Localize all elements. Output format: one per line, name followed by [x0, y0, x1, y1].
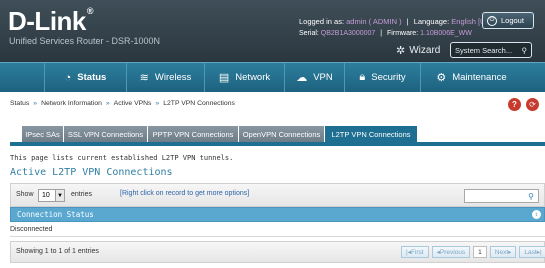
sort-icon[interactable]: ⇕	[532, 210, 541, 219]
lock-icon: 🔒︎	[359, 71, 366, 83]
table-footer: Showing 1 to 1 of 1 entries |◂ First ◂ P…	[10, 241, 545, 263]
firmware-value: 1.10B006E_WW	[420, 30, 472, 37]
last-page-button[interactable]: Last ▸|	[519, 246, 545, 258]
next-page-button[interactable]: Next ▸	[489, 246, 517, 258]
page-description: This page lists current established L2TP…	[10, 154, 234, 162]
previous-page-button[interactable]: ◂ Previous	[431, 246, 471, 258]
breadcrumb: Status» Network Information» Active VPNs» L…	[10, 100, 235, 107]
network-icon: ▤	[218, 72, 230, 84]
entries-select[interactable]: 10 ▼	[38, 189, 65, 202]
nav-status[interactable]: ◔ Status	[44, 63, 126, 92]
current-page-button[interactable]: 1	[473, 246, 487, 258]
search-icon: ⚲	[521, 45, 528, 55]
table-toolbar: Show 10 ▼ entries [Right click on record…	[10, 183, 545, 207]
tab-openvpn[interactable]: OpenVPN Connections	[239, 126, 325, 143]
dlink-logo: D-Link®	[8, 6, 94, 36]
product-tagline: Unified Services Router - DSR-1000N	[9, 36, 161, 46]
system-search-input[interactable]: System Search... ⚲	[450, 42, 532, 58]
speedometer-icon: ◔	[64, 71, 72, 84]
main-nav: ◔ Status ≋ Wireless ▤ Network ☁ VPN 🔒︎ S…	[0, 62, 545, 92]
breadcrumb-current: L2TP VPN Connections	[163, 100, 235, 107]
showing-entries: Showing 1 to 1 of 1 entries	[16, 248, 99, 255]
pagination: |◂ First ◂ Previous 1 Next ▸ Last ▸|	[401, 246, 545, 258]
gears-icon: ⚙	[436, 72, 447, 84]
power-icon: ⏻	[487, 15, 497, 26]
nav-network[interactable]: ▤ Network	[204, 63, 284, 92]
help-icon[interactable]: ?	[508, 98, 521, 111]
refresh-icon[interactable]: ⟳	[526, 98, 539, 111]
first-page-button[interactable]: |◂ First	[401, 246, 429, 258]
wizard-sparkle-icon: ✲	[396, 45, 406, 57]
connections-table: Show 10 ▼ entries [Right click on record…	[10, 183, 545, 268]
show-label: Show	[16, 191, 34, 198]
entries-label: entries	[71, 191, 93, 198]
search-icon: ⚲	[528, 191, 534, 201]
section-title: Active L2TP VPN Connections	[10, 167, 173, 178]
tab-underline	[10, 142, 545, 146]
vpn-tabs: IPsec SAs SSL VPN Connections PPTP VPN C…	[22, 126, 418, 143]
nav-maintenance[interactable]: ⚙ Maintenance	[420, 63, 522, 92]
logout-button[interactable]: ⏻ Logout	[482, 12, 534, 29]
serial-value: QB2B1A3000007	[320, 30, 376, 37]
tab-ipsec-sas[interactable]: IPsec SAs	[22, 126, 64, 143]
breadcrumb-active-vpns[interactable]: Active VPNs	[114, 100, 152, 107]
wifi-icon: ≋	[139, 72, 149, 84]
column-header-connection-status[interactable]: Connection Status ⇕	[10, 207, 545, 222]
tab-l2tp-vpn[interactable]: L2TP VPN Connections	[325, 126, 418, 143]
dropdown-arrow-icon: ▼	[55, 190, 64, 201]
tab-ssl-vpn[interactable]: SSL VPN Connections	[64, 126, 148, 143]
top-header: D-Link® Unified Services Router - DSR-10…	[0, 0, 545, 62]
login-info: Logged in as: admin ( ADMIN ) | Language…	[299, 17, 493, 26]
wizard-link[interactable]: ✲ Wizard	[396, 44, 440, 57]
breadcrumb-status[interactable]: Status	[10, 100, 29, 107]
logged-user: admin ( ADMIN )	[346, 17, 402, 26]
device-info: Serial: QB2B1A3000007 | Firmware: 1.10B0…	[299, 30, 472, 37]
breadcrumb-network-information[interactable]: Network Information	[41, 100, 102, 107]
nav-vpn[interactable]: ☁ VPN	[284, 63, 344, 92]
vpn-icon: ☁	[296, 72, 308, 84]
tab-pptp-vpn[interactable]: PPTP VPN Connections	[148, 126, 239, 143]
nav-wireless[interactable]: ≋ Wireless	[126, 63, 204, 92]
table-search-input[interactable]: ⚲	[464, 189, 539, 203]
table-row[interactable]: Disconnected	[10, 222, 545, 237]
nav-security[interactable]: 🔒︎ Security	[344, 63, 420, 92]
right-click-hint: [Right click on record to get more optio…	[120, 190, 250, 197]
